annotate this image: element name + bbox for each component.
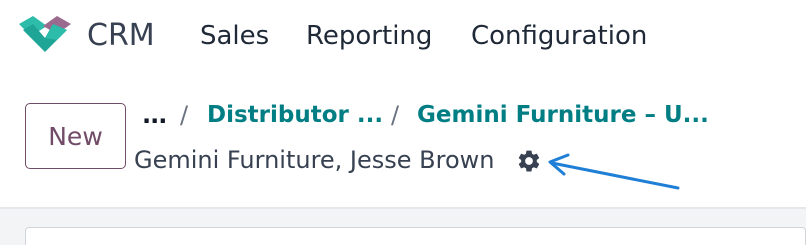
menu-item-sales[interactable]: Sales xyxy=(200,19,269,53)
new-button[interactable]: New xyxy=(25,103,126,169)
crm-logo-icon[interactable] xyxy=(17,14,73,56)
breadcrumb-item-gemini-furniture[interactable]: Gemini Furniture – U... xyxy=(417,100,709,130)
breadcrumb-separator: / xyxy=(391,101,400,129)
breadcrumb-overflow-button[interactable]: ... xyxy=(142,100,167,130)
top-navbar: CRM Sales Reporting Configuration xyxy=(0,0,806,72)
menu-item-configuration[interactable]: Configuration xyxy=(471,19,647,53)
app-name[interactable]: CRM xyxy=(87,17,155,55)
annotation-arrow xyxy=(548,153,680,190)
record-title: Gemini Furniture, Jesse Brown xyxy=(134,146,495,174)
breadcrumb-separator: / xyxy=(180,101,189,129)
form-sheet xyxy=(25,227,806,245)
breadcrumb-item-distributor[interactable]: Distributor ... xyxy=(207,100,383,130)
gear-icon[interactable] xyxy=(516,148,542,174)
menu-item-reporting[interactable]: Reporting xyxy=(306,19,432,53)
